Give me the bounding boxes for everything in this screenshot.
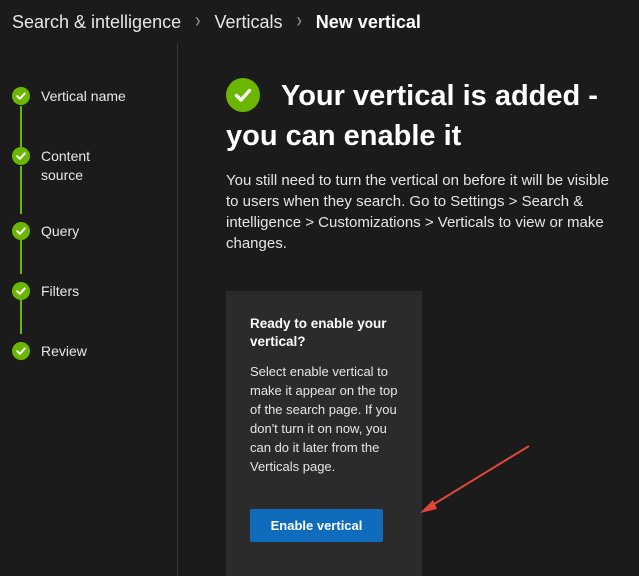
step-label: Vertical name [41,88,126,104]
checkmark-circle-icon [12,222,30,240]
breadcrumb-item-search-intelligence[interactable]: Search & intelligence [12,12,181,33]
card-body: Select enable vertical to make it appear… [250,364,398,474]
step-connector [20,106,22,150]
step-content-source[interactable]: Content source [12,147,101,185]
step-label: Content source [41,148,91,183]
step-label: Query [41,223,80,239]
chevron-right-icon: › [296,10,302,33]
checkmark-circle-icon [12,147,30,165]
step-label: Review [41,343,87,359]
card-title: Ready to enable your vertical? [250,316,387,349]
breadcrumb: Search & intelligence › Verticals › New … [0,0,639,44]
checkmark-circle-icon [12,282,30,300]
wizard-stepper: Vertical name Content source Query Filte… [0,44,178,576]
step-review[interactable]: Review [12,342,131,361]
enable-vertical-card: Ready to enable your vertical? Select en… [226,291,422,576]
page-title: Your vertical is added - you can enable … [226,80,598,152]
checkmark-circle-icon [12,342,30,360]
step-vertical-name[interactable]: Vertical name [12,87,131,106]
checkmark-circle-icon [226,78,260,112]
step-filters[interactable]: Filters [12,282,131,301]
step-label: Filters [41,283,80,299]
new-vertical-page: Search & intelligence › Verticals › New … [0,0,639,576]
main-content: Your vertical is added - you can enable … [178,44,639,576]
description-text: You still need to turn the vertical on b… [226,172,609,252]
title-row: Your vertical is added - you can enable … [226,76,626,156]
checkmark-circle-icon [12,87,30,105]
chevron-right-icon: › [195,10,201,33]
breadcrumb-current-page: New vertical [315,11,421,32]
enable-vertical-button[interactable]: Enable vertical [250,509,383,542]
breadcrumb-item-verticals[interactable]: Verticals [214,12,282,33]
step-query[interactable]: Query [12,222,131,241]
